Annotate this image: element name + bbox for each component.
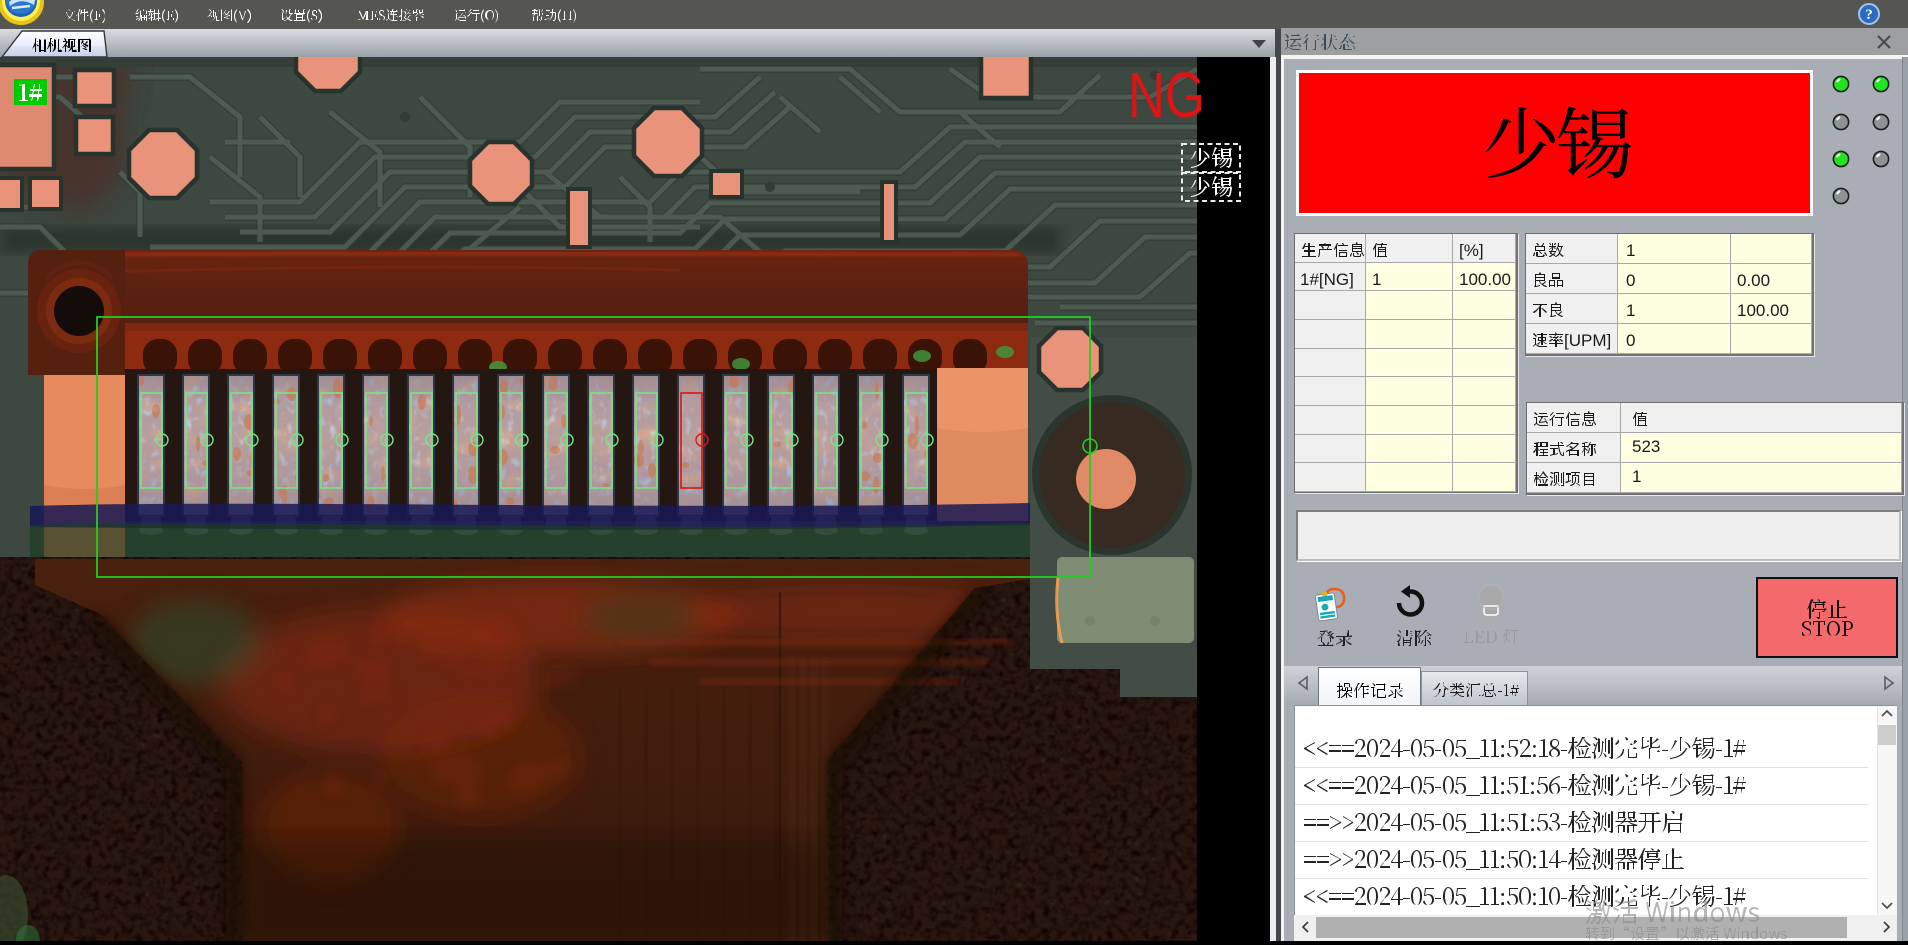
svg-text:?: ? [1865,7,1873,23]
